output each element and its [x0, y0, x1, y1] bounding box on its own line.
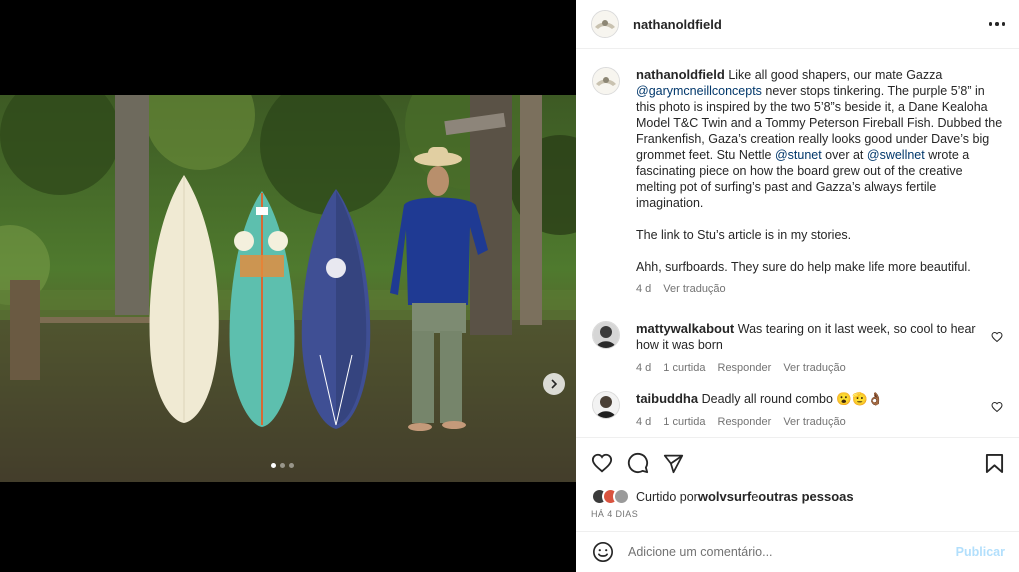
- add-comment-bar: Adicione um comentário... Publicar: [576, 531, 1019, 572]
- comment-meta: 4 d 1 curtida Responder Ver tradução: [636, 414, 991, 430]
- caption-body: nathanoldfield Like all good shapers, ou…: [636, 67, 1003, 297]
- comment-input[interactable]: Adicione um comentário...: [628, 545, 956, 559]
- save-button[interactable]: [985, 453, 1004, 474]
- avatar-image: [593, 68, 619, 94]
- avatar-image: [593, 322, 619, 348]
- share-button[interactable]: [663, 453, 684, 474]
- avatar-image: [592, 11, 618, 37]
- author-username[interactable]: nathanoldfield: [633, 17, 989, 32]
- comment-text: Deadly all round combo 😮🫡👌🏾: [701, 392, 884, 406]
- likes-prefix: Curtido por: [636, 489, 698, 504]
- commenter-avatar[interactable]: [592, 391, 620, 419]
- carousel-dot: [289, 463, 294, 468]
- comment-body: mattywalkabout Was tearing on it last we…: [636, 321, 991, 376]
- other-likers-link[interactable]: outras pessoas: [758, 489, 853, 504]
- comments-list[interactable]: nathanoldfield Like all good shapers, ou…: [576, 50, 1019, 438]
- mention-link[interactable]: @stunet: [775, 148, 822, 162]
- comment-icon: [627, 452, 649, 474]
- timestamp: 4 d: [636, 416, 652, 428]
- like-button[interactable]: [591, 452, 613, 474]
- bookmark-icon: [985, 453, 1004, 473]
- timestamp: 4 d: [636, 283, 652, 295]
- comment-body: taibuddha Deadly all round combo 😮🫡👌🏾 4 …: [636, 391, 991, 430]
- heart-icon[interactable]: [991, 331, 1003, 343]
- comment-likes[interactable]: 1 curtida: [663, 414, 705, 430]
- liker-avatar: [613, 488, 630, 505]
- liker-avatars[interactable]: [591, 488, 630, 505]
- action-bar: [576, 450, 1019, 476]
- caption-meta: 4 d Ver tradução: [636, 281, 1003, 297]
- caption-paragraph: The link to Stu’s article is in my stori…: [636, 228, 852, 242]
- author-avatar[interactable]: [591, 10, 619, 38]
- caption: nathanoldfield Like all good shapers, ou…: [576, 67, 1019, 297]
- carousel-dot: [280, 463, 285, 468]
- translate-link[interactable]: Ver tradução: [663, 281, 725, 297]
- heart-icon: [591, 453, 613, 473]
- emoji-icon[interactable]: [592, 541, 614, 563]
- caption-text-part: Like all good shapers, our mate Gazza: [728, 68, 943, 82]
- chevron-right-icon: [551, 379, 558, 389]
- liker-username[interactable]: wolvsurf: [698, 489, 751, 504]
- post-time: HÁ 4 DIAS: [591, 509, 639, 519]
- comment-username[interactable]: taibuddha: [636, 391, 698, 406]
- mention-link[interactable]: @garymcneillconcepts: [636, 84, 762, 98]
- caption-username[interactable]: nathanoldfield: [636, 67, 725, 82]
- carousel-dot: [271, 463, 276, 468]
- media-pane: [0, 0, 576, 572]
- timestamp: 4 d: [636, 362, 652, 374]
- post-side-panel: nathanoldfield nathanoldfield Like all g…: [576, 0, 1019, 572]
- mention-link[interactable]: @swellnet: [867, 148, 925, 162]
- translate-link[interactable]: Ver tradução: [783, 360, 845, 376]
- heart-icon[interactable]: [991, 401, 1003, 413]
- more-icon[interactable]: [988, 22, 1005, 26]
- comment-item: mattywalkabout Was tearing on it last we…: [576, 321, 1019, 376]
- caption-text: nathanoldfield Like all good shapers, ou…: [636, 67, 1003, 211]
- reply-button[interactable]: Responder: [718, 360, 772, 376]
- comment-likes[interactable]: 1 curtida: [663, 360, 705, 376]
- commenter-avatar[interactable]: [592, 321, 620, 349]
- translate-link[interactable]: Ver tradução: [783, 414, 845, 430]
- likes-conjunction: e: [751, 489, 759, 504]
- surfboards-photo: [0, 95, 576, 482]
- likes-summary: Curtido por wolvsurf e outras pessoas: [591, 488, 854, 505]
- post-photo[interactable]: [0, 95, 576, 482]
- caption-paragraph: Ahh, surfboards. They sure do help make …: [636, 260, 971, 274]
- avatar-image: [593, 392, 619, 418]
- carousel-indicator: [271, 463, 294, 468]
- author-avatar[interactable]: [592, 67, 620, 95]
- comment-meta: 4 d 1 curtida Responder Ver tradução: [636, 360, 991, 376]
- next-image-button[interactable]: [543, 373, 565, 395]
- comment-button[interactable]: [627, 452, 649, 474]
- comment-username[interactable]: mattywalkabout: [636, 321, 734, 336]
- caption-text-part: over at: [821, 148, 867, 162]
- reply-button[interactable]: Responder: [718, 414, 772, 430]
- comment-item: taibuddha Deadly all round combo 😮🫡👌🏾 4 …: [576, 391, 1019, 430]
- publish-button[interactable]: Publicar: [956, 545, 1005, 559]
- share-icon: [663, 454, 684, 473]
- post-header: nathanoldfield: [576, 0, 1019, 49]
